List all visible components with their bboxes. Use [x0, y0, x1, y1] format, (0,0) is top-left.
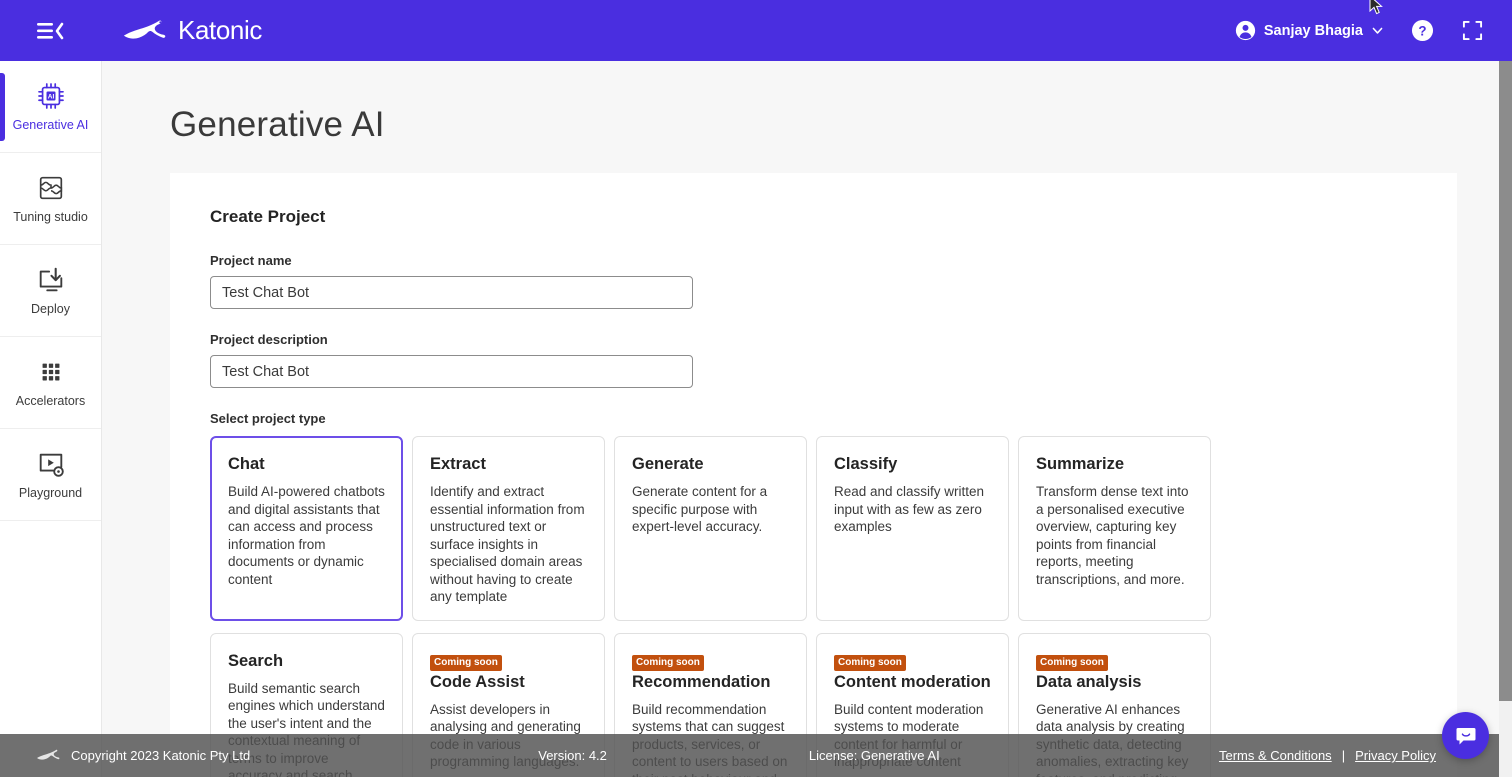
card-title: Search	[228, 651, 284, 670]
playground-icon	[39, 453, 64, 477]
svg-text:?: ?	[1418, 23, 1426, 38]
project-description-field-group: Project description	[210, 332, 1457, 388]
menu-collapse-icon[interactable]	[33, 16, 67, 46]
card-description: Read and classify written input with as …	[834, 484, 985, 534]
app-root: Katonic Sanjay Bhagia ? AI Generative AI…	[0, 0, 1512, 777]
grid-dots-icon	[42, 363, 59, 381]
ai-chip-icon: AI	[37, 83, 64, 110]
project-name-field-group: Project name	[210, 253, 1457, 309]
card-title: Classify	[834, 455, 898, 473]
card-title: Recommendation	[632, 672, 771, 691]
fullscreen-expand-icon	[1462, 20, 1482, 41]
project-type-card-extract[interactable]: Extract Identify and extract essential i…	[412, 436, 605, 621]
chevron-down-icon	[1372, 27, 1383, 34]
sidebar-item-tuning-studio[interactable]: Tuning studio	[0, 153, 101, 245]
chat-bubble-smile-icon	[1456, 727, 1475, 744]
footer-copyright-group: Copyright 2023 Katonic Pty Ltd	[36, 748, 250, 763]
main-content-area: Generative AI Create Project Project nam…	[102, 61, 1512, 777]
project-type-grid: Chat Build AI-powered chatbots and digit…	[210, 436, 1211, 777]
deploy-icon	[39, 267, 62, 292]
create-project-panel: Create Project Project name Project desc…	[170, 173, 1457, 777]
main-sidebar: AI Generative AI Tuning studio Deploy Ac…	[0, 61, 102, 777]
puzzle-icon	[39, 177, 62, 200]
sidebar-item-playground[interactable]: Playground	[0, 429, 101, 521]
field-spacer	[210, 309, 1457, 332]
card-title: Extract	[430, 455, 486, 473]
page-title: Generative AI	[170, 105, 385, 144]
sidebar-item-deploy[interactable]: Deploy	[0, 245, 101, 337]
page-scrollbar-track[interactable]	[1499, 61, 1512, 777]
sidebar-item-generative-ai[interactable]: AI Generative AI	[0, 61, 101, 153]
user-name-label: Sanjay Bhagia	[1263, 22, 1363, 39]
footer-link-separator: |	[1341, 748, 1346, 763]
project-type-card-generate[interactable]: Generate Generate content for a specific…	[614, 436, 807, 621]
card-description: Identify and extract essential informati…	[430, 484, 585, 604]
user-menu[interactable]: Sanjay Bhagia	[1235, 20, 1384, 41]
card-title: Summarize	[1036, 455, 1125, 473]
kangaroo-logo-icon	[123, 19, 166, 39]
card-description: Generate content for a specific purpose …	[632, 484, 768, 534]
brand-name-text: Katonic	[178, 15, 262, 45]
status-badge: Coming soon	[632, 654, 704, 671]
sidebar-label-playground: Playground	[18, 486, 83, 501]
card-title: Data analysis	[1036, 672, 1142, 691]
status-badge: Coming soon	[430, 654, 502, 671]
chat-support-button[interactable]	[1442, 712, 1489, 759]
footer-links-group: Terms & Conditions | Privacy Policy	[1219, 748, 1436, 763]
sidebar-item-accelerators[interactable]: Accelerators	[0, 337, 101, 429]
footer-version-text: Version: 4.2	[538, 748, 607, 763]
create-project-heading: Create Project	[210, 207, 326, 226]
card-description: Transform dense text into a personalised…	[1036, 484, 1189, 587]
privacy-policy-link[interactable]: Privacy Policy	[1355, 748, 1436, 763]
select-project-type-label: Select project type	[210, 411, 326, 426]
brand-logo-link[interactable]: Katonic	[122, 15, 262, 46]
avatar-icon	[1235, 20, 1255, 41]
topbar-actions: Sanjay Bhagia ?	[1235, 19, 1484, 43]
status-badge: Coming soon	[834, 654, 906, 671]
svg-text:AI: AI	[47, 94, 54, 101]
hamburger-collapse-glyph	[37, 22, 64, 39]
fullscreen-button[interactable]	[1460, 19, 1484, 43]
project-description-label: Project description	[210, 332, 328, 347]
footer-copyright-text: Copyright 2023 Katonic Pty Ltd	[71, 748, 251, 763]
status-badge: Coming soon	[1036, 654, 1108, 671]
card-title: Generate	[632, 455, 704, 473]
project-description-input[interactable]	[210, 355, 693, 388]
page-scrollbar-thumb[interactable]	[1499, 61, 1512, 701]
help-button[interactable]: ?	[1410, 19, 1434, 43]
help-circle-icon: ?	[1411, 19, 1433, 42]
sidebar-label-accelerators: Accelerators	[15, 394, 86, 409]
project-type-card-summarize[interactable]: Summarize Transform dense text into a pe…	[1018, 436, 1211, 621]
project-name-input[interactable]	[210, 276, 693, 309]
top-navigation-bar: Katonic Sanjay Bhagia ?	[0, 0, 1512, 61]
sidebar-label-deploy: Deploy	[31, 302, 70, 317]
project-type-card-classify[interactable]: Classify Read and classify written input…	[816, 436, 1009, 621]
card-title: Code Assist	[430, 672, 525, 691]
card-description: Build AI-powered chatbots and digital as…	[228, 484, 385, 587]
footer-kangaroo-logo-icon	[37, 749, 60, 760]
project-name-label: Project name	[210, 253, 292, 268]
project-type-card-chat[interactable]: Chat Build AI-powered chatbots and digit…	[210, 436, 403, 621]
footer-license-text: License: Generative AI	[808, 748, 940, 763]
terms-and-conditions-link[interactable]: Terms & Conditions	[1219, 748, 1332, 763]
card-title: Chat	[228, 455, 265, 473]
sidebar-label-tuning-studio: Tuning studio	[13, 210, 88, 225]
sidebar-label-generative-ai: Generative AI	[12, 118, 89, 133]
page-footer: Copyright 2023 Katonic Pty Ltd Version: …	[0, 734, 1512, 777]
card-title: Content moderation	[834, 672, 991, 691]
